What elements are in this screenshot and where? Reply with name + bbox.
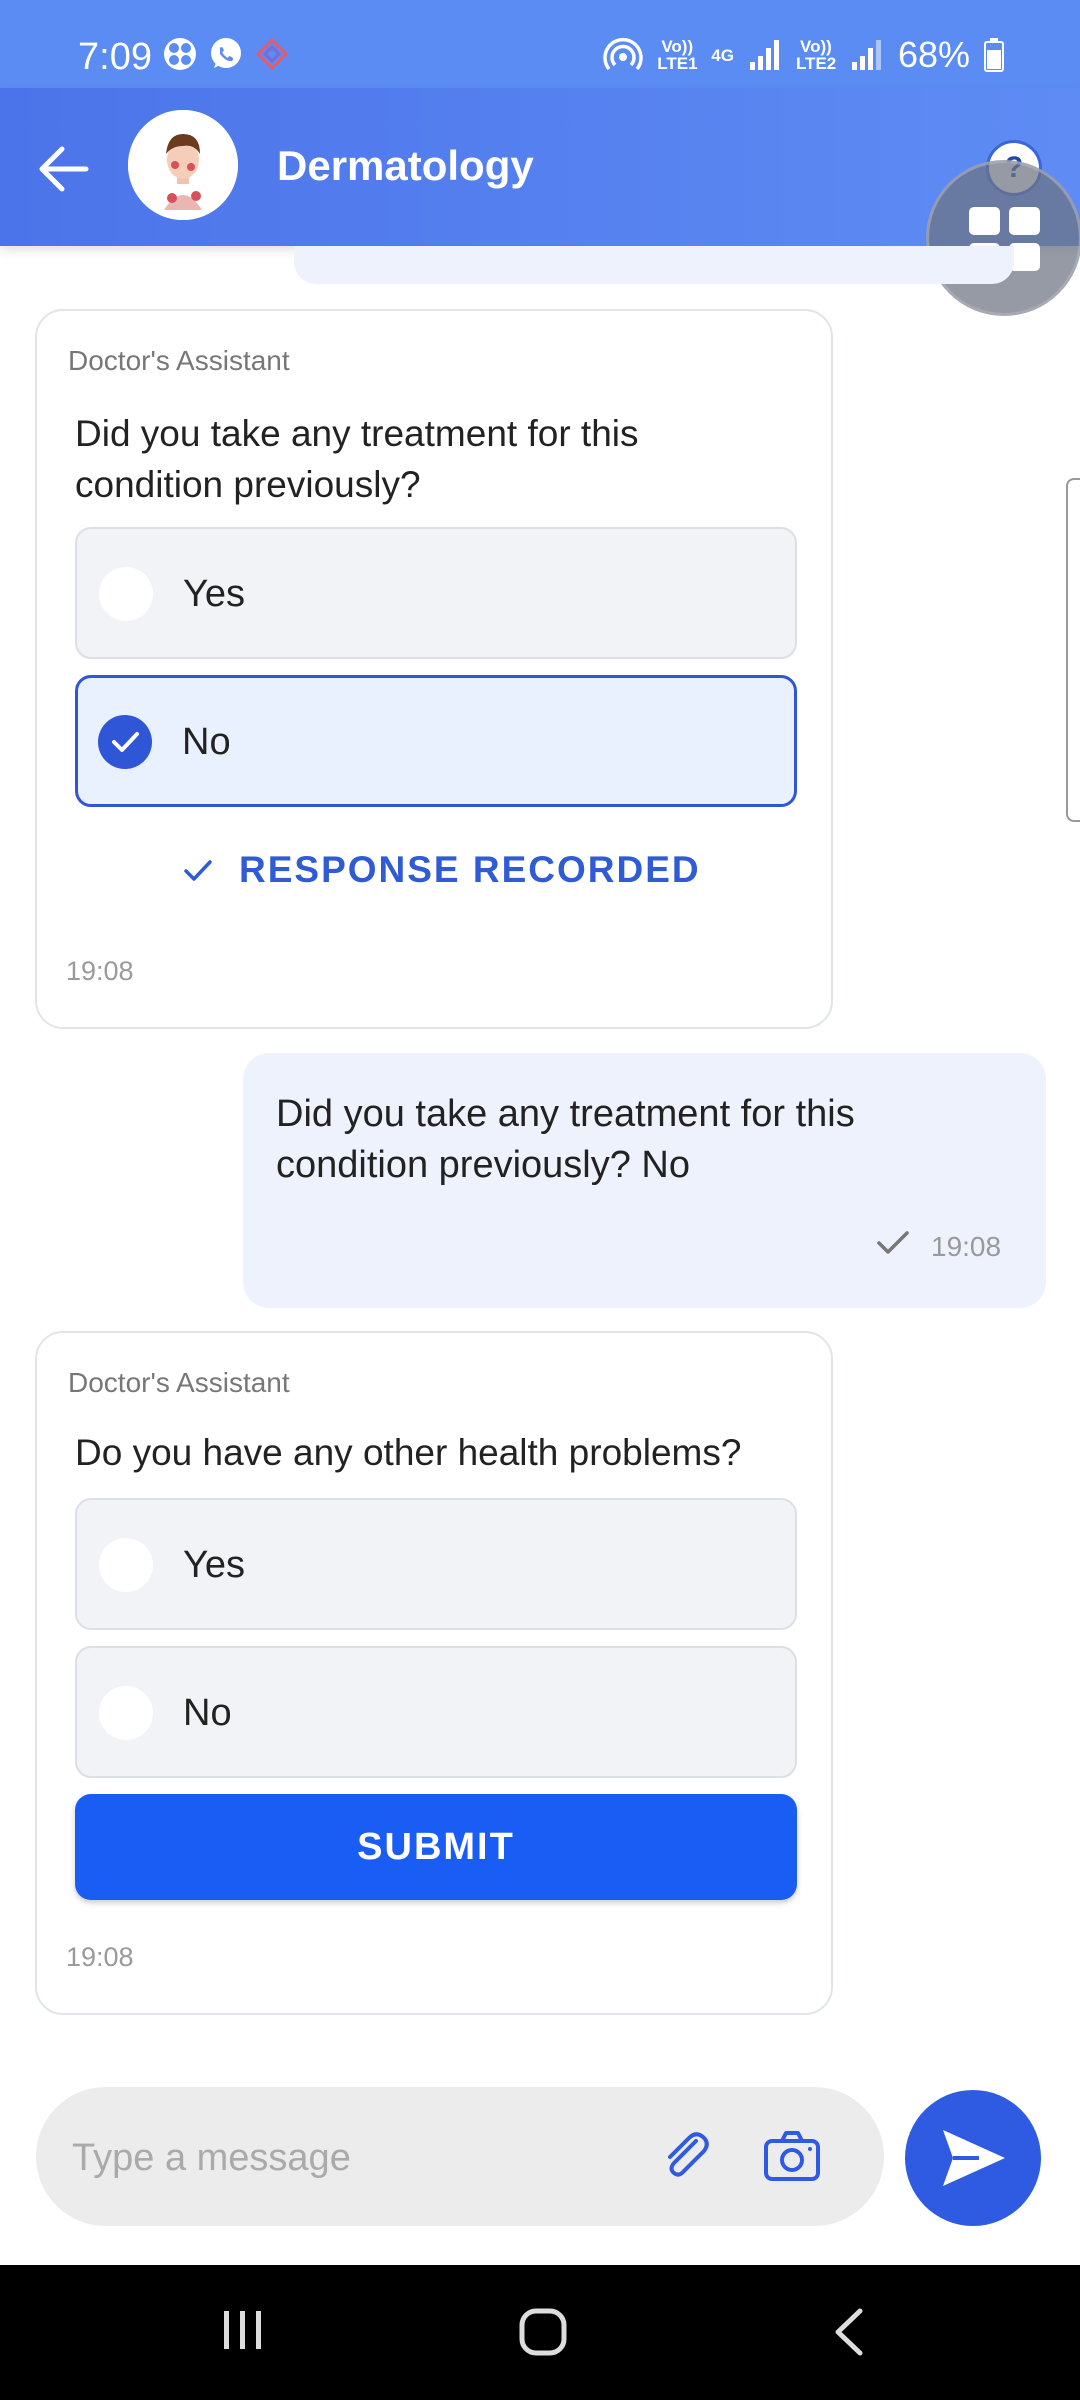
network-label-1: Vo)) LTE1 xyxy=(657,37,698,73)
radio-unchecked-icon xyxy=(99,1538,153,1592)
app-notification-icon xyxy=(164,38,196,70)
option-label: Yes xyxy=(183,573,245,615)
dermatology-avatar-icon xyxy=(128,110,238,220)
attach-icon[interactable] xyxy=(656,2125,718,2187)
user-message-text: Did you take any treatment for this cond… xyxy=(276,1093,855,1186)
network-label-2: 4G xyxy=(711,45,734,65)
radio-unchecked-icon xyxy=(99,1686,153,1740)
send-icon xyxy=(943,2130,1005,2186)
back-nav-icon[interactable] xyxy=(830,2307,866,2357)
status-time: 7:09 xyxy=(78,36,152,78)
option-label: No xyxy=(183,1692,232,1734)
app-diamond-icon xyxy=(255,37,289,71)
option-label: Yes xyxy=(183,1544,245,1586)
camera-icon[interactable] xyxy=(762,2127,822,2185)
response-recorded-status: RESPONSE RECORDED xyxy=(239,849,701,890)
user-message-time: 19:08 xyxy=(931,1231,1002,1262)
send-button[interactable] xyxy=(905,2090,1041,2226)
back-arrow-icon[interactable] xyxy=(36,144,92,194)
message-time: 19:08 xyxy=(66,1942,134,1972)
option-yes[interactable]: Yes xyxy=(75,527,797,659)
radio-unchecked-icon xyxy=(99,567,153,621)
user-message-bubble: Did you take any treatment for this cond… xyxy=(243,1053,1046,1308)
submit-button[interactable]: SUBMIT xyxy=(75,1794,797,1900)
app-header: Dermatology ? xyxy=(0,88,1080,246)
page-title: Dermatology xyxy=(277,142,534,189)
side-panel-handle[interactable] xyxy=(1066,478,1080,822)
network-label-3: Vo)) LTE2 xyxy=(795,37,837,73)
avatar xyxy=(128,110,238,220)
hotspot-icon xyxy=(603,38,643,71)
recent-apps-icon[interactable] xyxy=(222,2307,264,2353)
apps-grid-button[interactable] xyxy=(926,160,1080,316)
sent-check-icon xyxy=(877,1231,909,1254)
battery-percent: 68% xyxy=(897,34,970,75)
message-composer xyxy=(36,2087,884,2226)
question-text: Did you take any treatment for this cond… xyxy=(75,413,639,505)
signal-2-icon xyxy=(851,40,881,70)
message-time: 19:08 xyxy=(66,956,134,986)
check-icon xyxy=(184,860,212,881)
signal-1-icon xyxy=(749,40,779,70)
message-input[interactable] xyxy=(70,2127,654,2189)
question-text: Do you have any other health problems? xyxy=(75,1432,742,1473)
option-no[interactable]: No xyxy=(75,675,797,807)
sender-name: Doctor's Assistant xyxy=(68,345,290,376)
grid-icon-square xyxy=(969,207,1000,235)
option-no[interactable]: No xyxy=(75,1646,797,1778)
sender-name: Doctor's Assistant xyxy=(68,1367,290,1398)
previous-user-bubble xyxy=(294,246,1014,284)
status-bar: 7:09 Vo)) LTE1 4G Vo)) LTE2 68% xyxy=(0,0,1080,88)
battery-icon xyxy=(984,38,1004,72)
system-nav-bar xyxy=(0,2265,1080,2400)
option-label: No xyxy=(182,721,231,763)
whatsapp-icon xyxy=(211,38,241,68)
radio-checked-icon xyxy=(98,715,152,769)
grid-icon-square xyxy=(1009,207,1040,235)
bot-question-card: Doctor's Assistant Did you take any trea… xyxy=(35,309,833,1029)
home-icon[interactable] xyxy=(518,2307,568,2357)
bot-question-card: Doctor's Assistant Do you have any other… xyxy=(35,1331,833,2015)
option-yes[interactable]: Yes xyxy=(75,1498,797,1630)
